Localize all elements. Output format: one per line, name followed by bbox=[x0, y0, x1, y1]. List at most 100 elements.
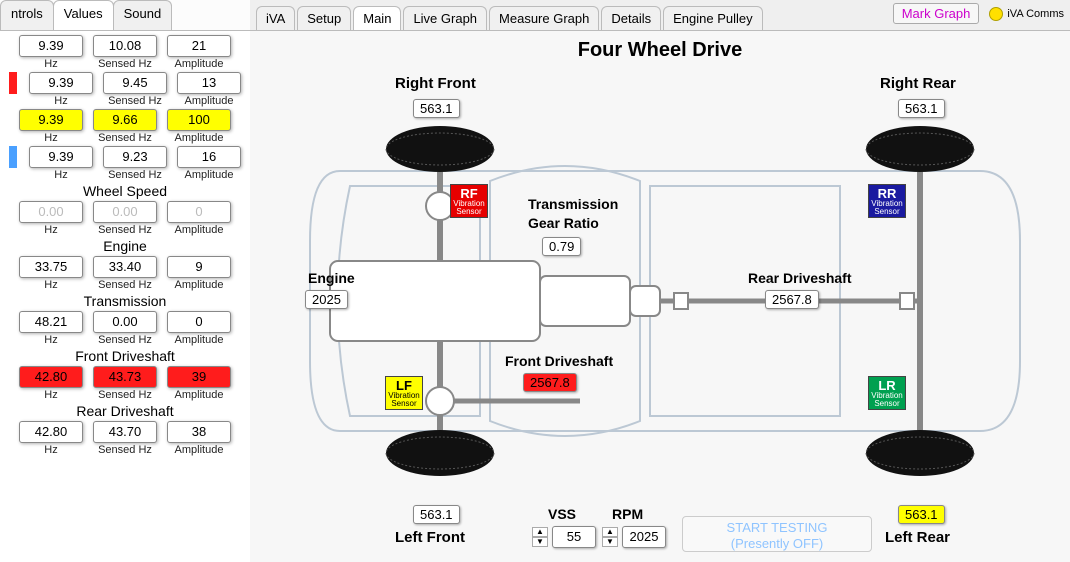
vss-arrows[interactable]: ▲▼ bbox=[532, 525, 548, 549]
value-row-3: 9.39Hz 9.66Sensed Hz 100Amplitude bbox=[4, 109, 246, 144]
vss-down-icon: ▼ bbox=[532, 537, 548, 547]
page-title: Four Wheel Drive bbox=[250, 39, 1070, 62]
value-row-4: 9.39Hz 9.23Sensed Hz 16Amplitude bbox=[4, 146, 246, 181]
rds-val: 2567.8 bbox=[765, 290, 819, 309]
trans-label: Transmission bbox=[4, 293, 246, 309]
r4-amp: 16 bbox=[177, 146, 241, 168]
tab-measure-graph[interactable]: Measure Graph bbox=[489, 6, 599, 30]
rpm-down-icon: ▼ bbox=[602, 537, 618, 547]
gear-lbl2: Gear Ratio bbox=[528, 215, 599, 231]
rpm-up-icon: ▲ bbox=[602, 527, 618, 537]
engine-label: Engine bbox=[4, 238, 246, 254]
rpm-arrows[interactable]: ▲▼ bbox=[602, 525, 618, 549]
eng-amp: 9 bbox=[167, 256, 231, 278]
rpm-label: RPM bbox=[612, 506, 643, 522]
lf-label: Left Front bbox=[395, 529, 465, 546]
tab-details[interactable]: Details bbox=[601, 6, 661, 30]
sensor-lr: LRVibration Sensor bbox=[868, 376, 906, 410]
engine-row: 33.75Hz 33.40Sensed Hz 9Amplitude bbox=[4, 256, 246, 291]
r2-sensed: 9.45 bbox=[103, 72, 167, 94]
r1-amp: 21 bbox=[167, 35, 231, 57]
tab-sound[interactable]: Sound bbox=[113, 0, 173, 30]
tab-controls[interactable]: ntrols bbox=[0, 0, 54, 30]
r1-hz: 9.39 bbox=[19, 35, 83, 57]
tab-live-graph[interactable]: Live Graph bbox=[403, 6, 487, 30]
engine-val: 2025 bbox=[305, 290, 348, 309]
value-row-2: 9.39Hz 9.45Sensed Hz 13Amplitude bbox=[4, 72, 246, 107]
left-tabs: ntrols Values Sound bbox=[0, 0, 250, 30]
r4-hz: 9.39 bbox=[29, 146, 93, 168]
lf-value: 563.1 bbox=[413, 505, 460, 524]
wheel-speed-row: 0.00Hz 0.00Sensed Hz 0Amplitude bbox=[4, 201, 246, 236]
tab-main[interactable]: Main bbox=[353, 6, 401, 30]
row2-flag bbox=[9, 72, 17, 94]
rf-label: Right Front bbox=[395, 75, 476, 92]
start-line1: START TESTING bbox=[727, 520, 828, 535]
rds-sensed: 43.70 bbox=[93, 421, 157, 443]
sensor-lf: LFVibration Sensor bbox=[385, 376, 423, 410]
r4-sensed: 9.23 bbox=[103, 146, 167, 168]
ws-sensed: 0.00 bbox=[93, 201, 157, 223]
fds-label: Front Driveshaft bbox=[4, 348, 246, 364]
wheel-rf bbox=[386, 126, 494, 172]
tr-sensed: 0.00 bbox=[93, 311, 157, 333]
mark-graph-button[interactable]: Mark Graph bbox=[893, 3, 980, 24]
tab-iva[interactable]: iVA bbox=[256, 6, 295, 30]
ws-hz: 0.00 bbox=[19, 201, 83, 223]
ws-amp: 0 bbox=[167, 201, 231, 223]
rds-amp: 38 bbox=[167, 421, 231, 443]
car-diagram bbox=[280, 101, 1040, 501]
vss-value: 55 bbox=[552, 526, 596, 548]
r3-sensed: 9.66 bbox=[93, 109, 157, 131]
main-panel: iVA Setup Main Live Graph Measure Graph … bbox=[250, 0, 1070, 562]
tab-setup[interactable]: Setup bbox=[297, 6, 351, 30]
iva-led-icon bbox=[989, 7, 1003, 21]
stage: Four Wheel Drive bbox=[250, 30, 1070, 562]
vss-label: VSS bbox=[548, 506, 576, 522]
rr-value: 563.1 bbox=[898, 99, 945, 118]
row4-flag bbox=[9, 146, 17, 168]
lr-value: 563.1 bbox=[898, 505, 945, 524]
engine-lbl: Engine bbox=[308, 270, 355, 286]
rf-value: 563.1 bbox=[413, 99, 460, 118]
tab-values[interactable]: Values bbox=[53, 0, 114, 30]
top-right-controls: Mark Graph iVA Comms bbox=[893, 3, 1064, 24]
iva-comms-indicator: iVA Comms bbox=[989, 7, 1064, 21]
lr-label: Left Rear bbox=[885, 529, 950, 546]
tr-hz: 48.21 bbox=[19, 311, 83, 333]
rpm-value: 2025 bbox=[622, 526, 666, 548]
vss-stepper[interactable]: ▲▼ 55 bbox=[532, 525, 596, 549]
start-testing-button[interactable]: START TESTING (Presently OFF) bbox=[682, 516, 872, 552]
gear-lbl1: Transmission bbox=[528, 196, 618, 212]
left-panel: ntrols Values Sound 9.39Hz 10.08Sensed H… bbox=[0, 0, 250, 562]
r3-hz: 9.39 bbox=[19, 109, 83, 131]
rpm-stepper[interactable]: ▲▼ 2025 bbox=[602, 525, 666, 549]
start-line2: (Presently OFF) bbox=[731, 536, 823, 551]
eng-sensed: 33.40 bbox=[93, 256, 157, 278]
sensor-rf: RFVibration Sensor bbox=[450, 184, 488, 218]
fds-lbl: Front Driveshaft bbox=[505, 353, 613, 369]
fds-val: 2567.8 bbox=[523, 373, 577, 392]
rds-lbl: Rear Driveshaft bbox=[748, 270, 852, 286]
r3-amp: 100 bbox=[167, 109, 231, 131]
iva-comms-label: iVA Comms bbox=[1007, 8, 1064, 20]
fds-amp: 39 bbox=[167, 366, 231, 388]
vss-up-icon: ▲ bbox=[532, 527, 548, 537]
r1-sensed: 10.08 bbox=[93, 35, 157, 57]
rds-row: 42.80Hz 43.70Sensed Hz 38Amplitude bbox=[4, 421, 246, 456]
trans-row: 48.21Hz 0.00Sensed Hz 0Amplitude bbox=[4, 311, 246, 346]
tab-engine-pulley[interactable]: Engine Pulley bbox=[663, 6, 763, 30]
rr-label: Right Rear bbox=[880, 75, 956, 92]
fds-sensed: 43.73 bbox=[93, 366, 157, 388]
r2-hz: 9.39 bbox=[29, 72, 93, 94]
value-row-1: 9.39Hz 10.08Sensed Hz 21Amplitude bbox=[4, 35, 246, 70]
rds-label: Rear Driveshaft bbox=[4, 403, 246, 419]
eng-hz: 33.75 bbox=[19, 256, 83, 278]
wheel-speed-label: Wheel Speed bbox=[4, 183, 246, 199]
gear-val: 0.79 bbox=[542, 237, 581, 256]
fds-row: 42.80Hz 43.73Sensed Hz 39Amplitude bbox=[4, 366, 246, 401]
tr-amp: 0 bbox=[167, 311, 231, 333]
rds-hz: 42.80 bbox=[19, 421, 83, 443]
left-body: 9.39Hz 10.08Sensed Hz 21Amplitude 9.39Hz… bbox=[0, 30, 250, 562]
fds-hz: 42.80 bbox=[19, 366, 83, 388]
